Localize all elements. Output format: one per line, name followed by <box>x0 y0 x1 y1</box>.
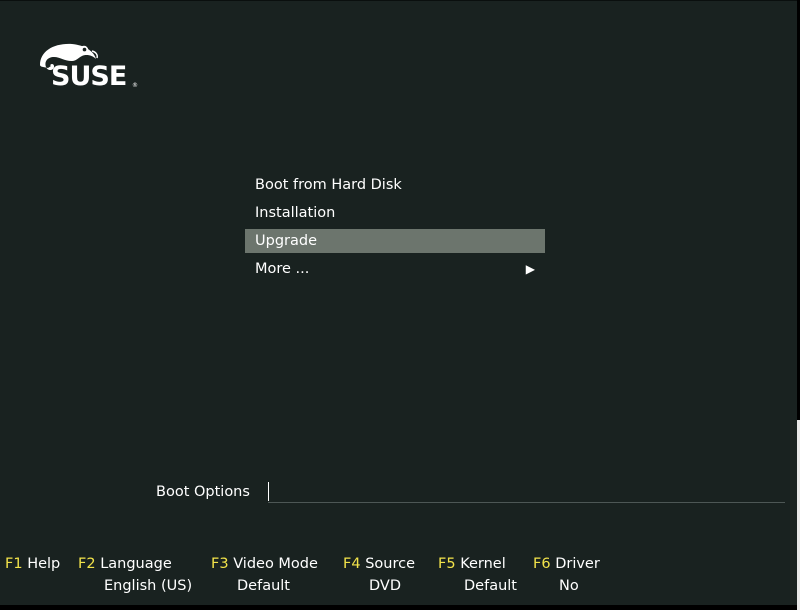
fkey-value: Default <box>464 578 517 594</box>
fkey-label: Source <box>365 556 415 572</box>
fkey-label: Driver <box>555 556 600 572</box>
boot-screen: SUSE ® Boot from Hard Disk Installation … <box>0 0 797 605</box>
text-cursor <box>268 482 269 501</box>
fkey-label: Help <box>27 556 61 572</box>
menu-item-label: More ... <box>255 261 310 277</box>
menu-item-label: Installation <box>255 205 336 221</box>
triangle-right-icon: ▶ <box>525 262 535 276</box>
fkey-code: F5 <box>438 556 456 572</box>
boot-menu: Boot from Hard Disk Installation Upgrade… <box>245 173 545 285</box>
fkey-value: Default <box>237 578 290 594</box>
fkey-value: English (US) <box>104 578 193 594</box>
registered-mark: ® <box>132 82 138 89</box>
menu-item-label: Upgrade <box>255 233 317 249</box>
fkey-label: Video Mode <box>233 556 318 572</box>
fkey-label: Kernel <box>460 556 506 572</box>
fkey-code: F6 <box>533 556 551 572</box>
logo-wordmark: SUSE <box>51 61 127 92</box>
fkey-value: DVD <box>369 578 401 594</box>
menu-item-boot-hard-disk[interactable]: Boot from Hard Disk <box>245 173 545 197</box>
fkey-language[interactable]: F2 Language English (US) <box>78 553 192 601</box>
boot-options-input[interactable] <box>268 481 785 503</box>
fkey-label: Language <box>100 556 172 572</box>
fkey-video-mode[interactable]: F3 Video Mode Default <box>211 553 318 601</box>
fkey-value: No <box>559 578 579 594</box>
menu-item-label: Boot from Hard Disk <box>255 177 402 193</box>
fkey-kernel[interactable]: F5 Kernel Default <box>438 553 517 601</box>
boot-options: Boot Options <box>156 481 786 505</box>
suse-logo: SUSE ® <box>34 41 144 93</box>
boot-options-label: Boot Options <box>156 484 250 500</box>
fkey-source[interactable]: F4 Source DVD <box>343 553 415 601</box>
fkey-help[interactable]: F1 Help <box>5 553 60 601</box>
menu-item-installation[interactable]: Installation <box>245 201 545 225</box>
fkey-code: F2 <box>78 556 96 572</box>
fkey-driver[interactable]: F6 Driver No <box>533 553 600 601</box>
menu-item-upgrade[interactable]: Upgrade <box>245 229 545 253</box>
fkey-code: F1 <box>5 556 23 572</box>
fkey-code: F3 <box>211 556 229 572</box>
fkey-code: F4 <box>343 556 361 572</box>
menu-item-more[interactable]: More ... ▶ <box>245 257 545 281</box>
